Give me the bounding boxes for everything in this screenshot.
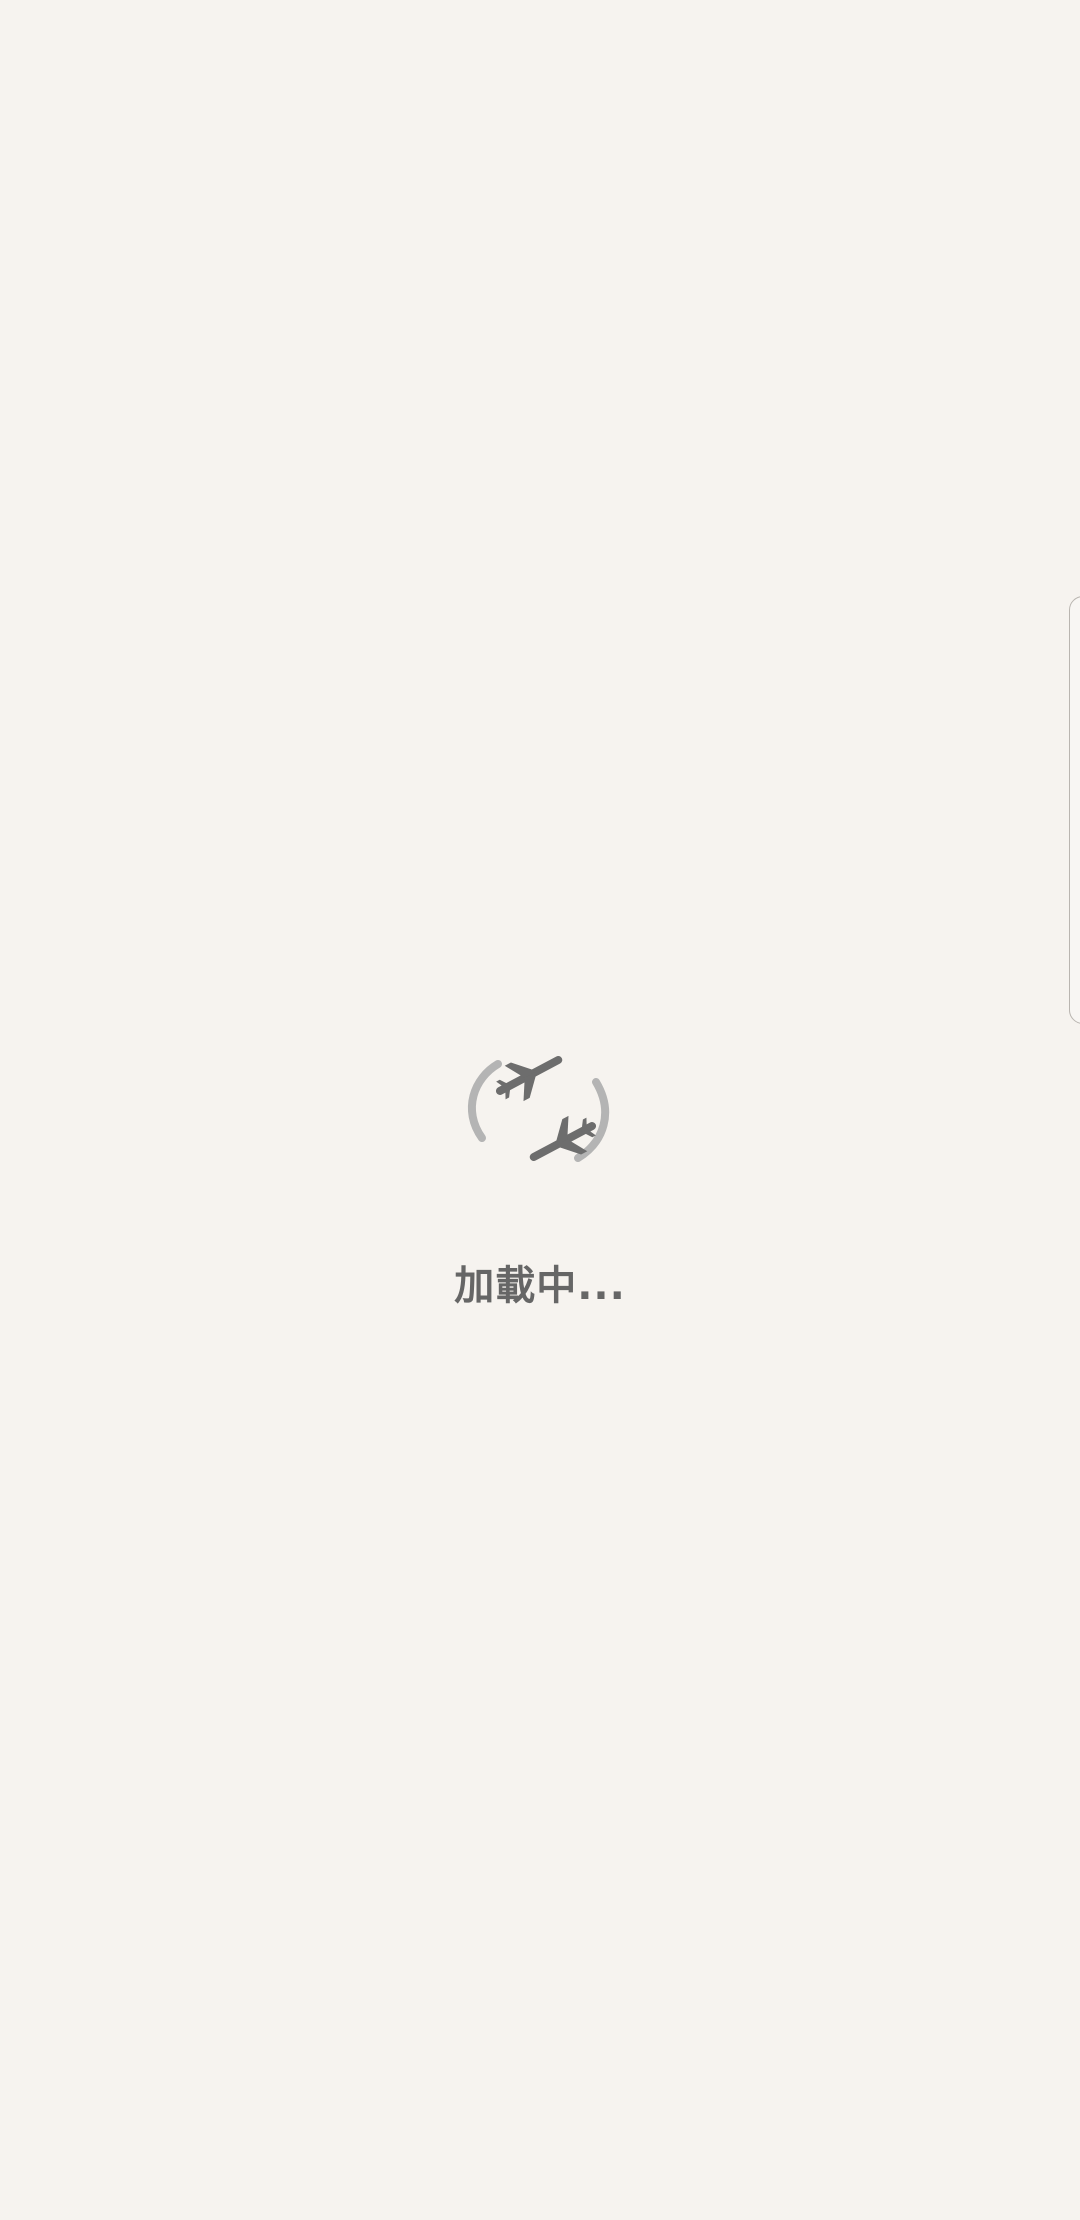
loading-screen: 加載中... xyxy=(0,0,1080,2220)
loading-text: 加載中... xyxy=(454,1263,626,1309)
airplane-spinner-icon xyxy=(460,1020,620,1200)
edge-panel-handle[interactable] xyxy=(1069,596,1080,1024)
